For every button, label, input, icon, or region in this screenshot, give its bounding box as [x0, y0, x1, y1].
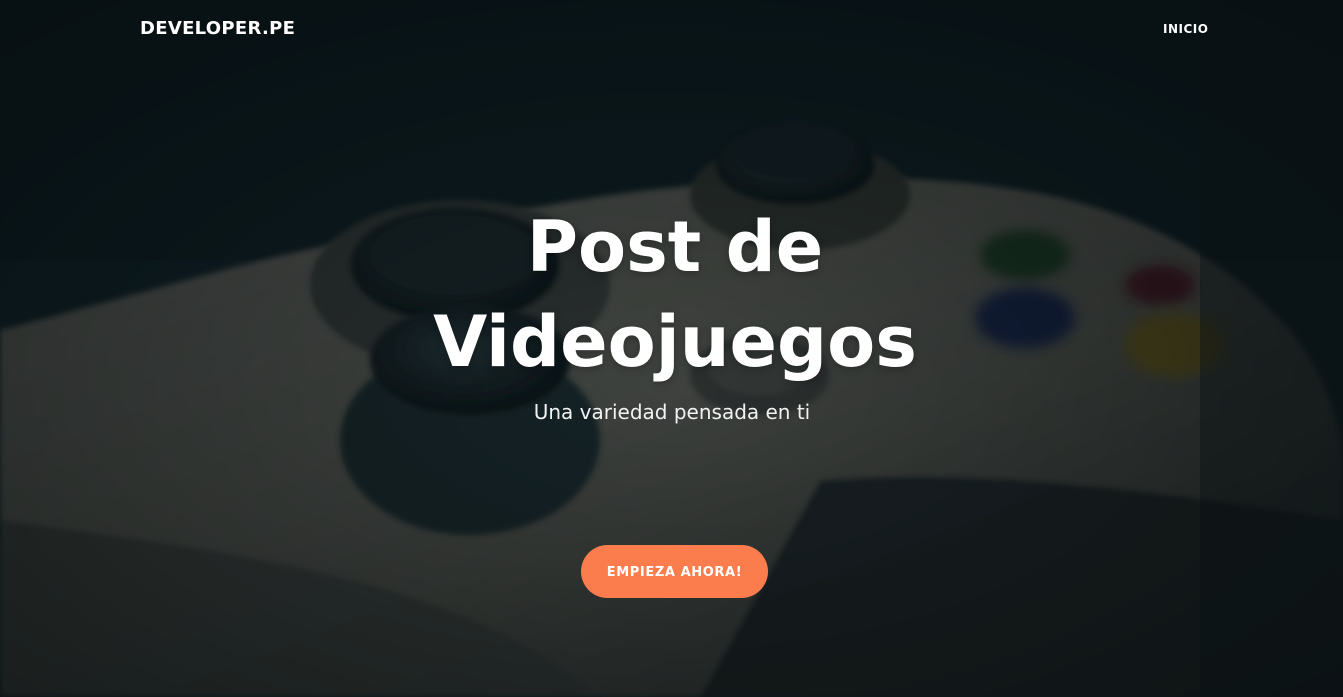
cta-empieza-ahora-button[interactable]: EMPIEZA AHORA!	[581, 545, 768, 598]
hero-title-line-2: Videojuegos	[433, 301, 917, 383]
hero-title: Post de Videojuegos	[300, 200, 1050, 390]
hero-subtitle: Una variedad pensada en ti	[533, 400, 811, 424]
top-navbar: DEVELOPER.PE INICIO	[0, 0, 1343, 60]
hero-title-line-1: Post de	[526, 206, 824, 288]
nav-link-inicio[interactable]: INICIO	[1163, 22, 1208, 36]
page: DEVELOPER.PE INICIO Post de Videojuegos …	[0, 0, 1343, 697]
brand-logo-link[interactable]: DEVELOPER.PE	[140, 18, 295, 39]
